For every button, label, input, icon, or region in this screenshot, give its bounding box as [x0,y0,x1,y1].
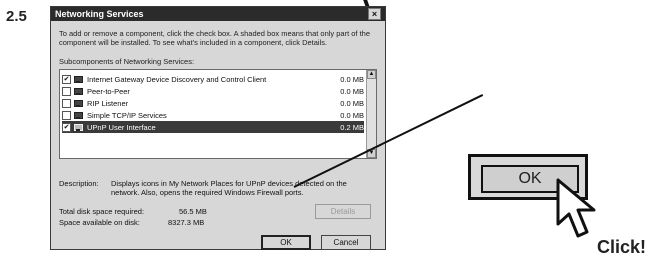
network-component-icon [74,99,84,107]
available-disk-label: Space available on disk: [59,218,140,227]
scroll-up-icon[interactable]: ▲ [367,70,376,79]
list-scrollbar[interactable]: ▲ ▼ [366,70,376,158]
checkbox-rip-listener[interactable] [62,98,71,108]
total-disk-value: 56.5 MB [179,207,207,216]
checkbox-internet-gateway[interactable]: ✔ [62,74,71,84]
intro-text: To add or remove a component, click the … [59,29,371,47]
list-item-rip-listener[interactable]: RIP Listener 0.0 MB [62,97,364,109]
available-disk-value: 8327.3 MB [168,218,205,227]
network-component-icon [74,111,84,119]
component-size: 0.2 MB [340,122,364,132]
component-size: 0.0 MB [340,98,364,108]
dialog-title: Networking Services [55,9,144,19]
network-component-icon [74,123,84,131]
component-size: 0.0 MB [340,74,364,84]
details-button[interactable]: Details [315,204,371,219]
component-size: 0.0 MB [340,110,364,120]
list-item-internet-gateway[interactable]: ✔ Internet Gateway Device Discovery and … [62,73,364,85]
networking-services-dialog: Networking Services × To add or remove a… [50,6,386,250]
component-name: Peer-to-Peer [87,86,130,96]
description-text: Displays icons in My Network Places for … [111,179,347,197]
cancel-button[interactable]: Cancel [321,235,371,250]
component-name: UPnP User Interface [87,122,156,132]
close-icon[interactable]: × [368,8,381,20]
description-label: Description: [59,179,99,188]
step-number: 2.5 [6,8,27,25]
list-item-peer-to-peer[interactable]: Peer-to-Peer 0.0 MB [62,85,364,97]
click-instruction: Click! [597,237,647,257]
checkbox-peer-to-peer[interactable] [62,86,71,96]
checkbox-simple-tcpip[interactable] [62,110,71,120]
total-disk-label: Total disk space required: [59,207,145,216]
ok-button[interactable]: OK [261,235,311,250]
list-item-simple-tcpip[interactable]: Simple TCP/IP Services 0.0 MB [62,109,364,121]
network-component-icon [74,75,84,83]
checkbox-upnp-user-interface[interactable]: ✔ [62,122,71,132]
mouse-pointer-icon [556,178,596,238]
subcomponents-list[interactable]: ✔ Internet Gateway Device Discovery and … [59,69,377,159]
list-item-upnp-user-interface[interactable]: ✔ UPnP User Interface 0.2 MB [62,121,364,133]
component-name: RIP Listener [87,98,129,108]
network-component-icon [74,87,84,95]
component-size: 0.0 MB [340,86,364,96]
dialog-titlebar: Networking Services × [51,7,385,21]
component-name: Simple TCP/IP Services [87,110,167,120]
subcomponents-label: Subcomponents of Networking Services: [59,57,195,66]
component-name: Internet Gateway Device Discovery and Co… [87,74,267,84]
